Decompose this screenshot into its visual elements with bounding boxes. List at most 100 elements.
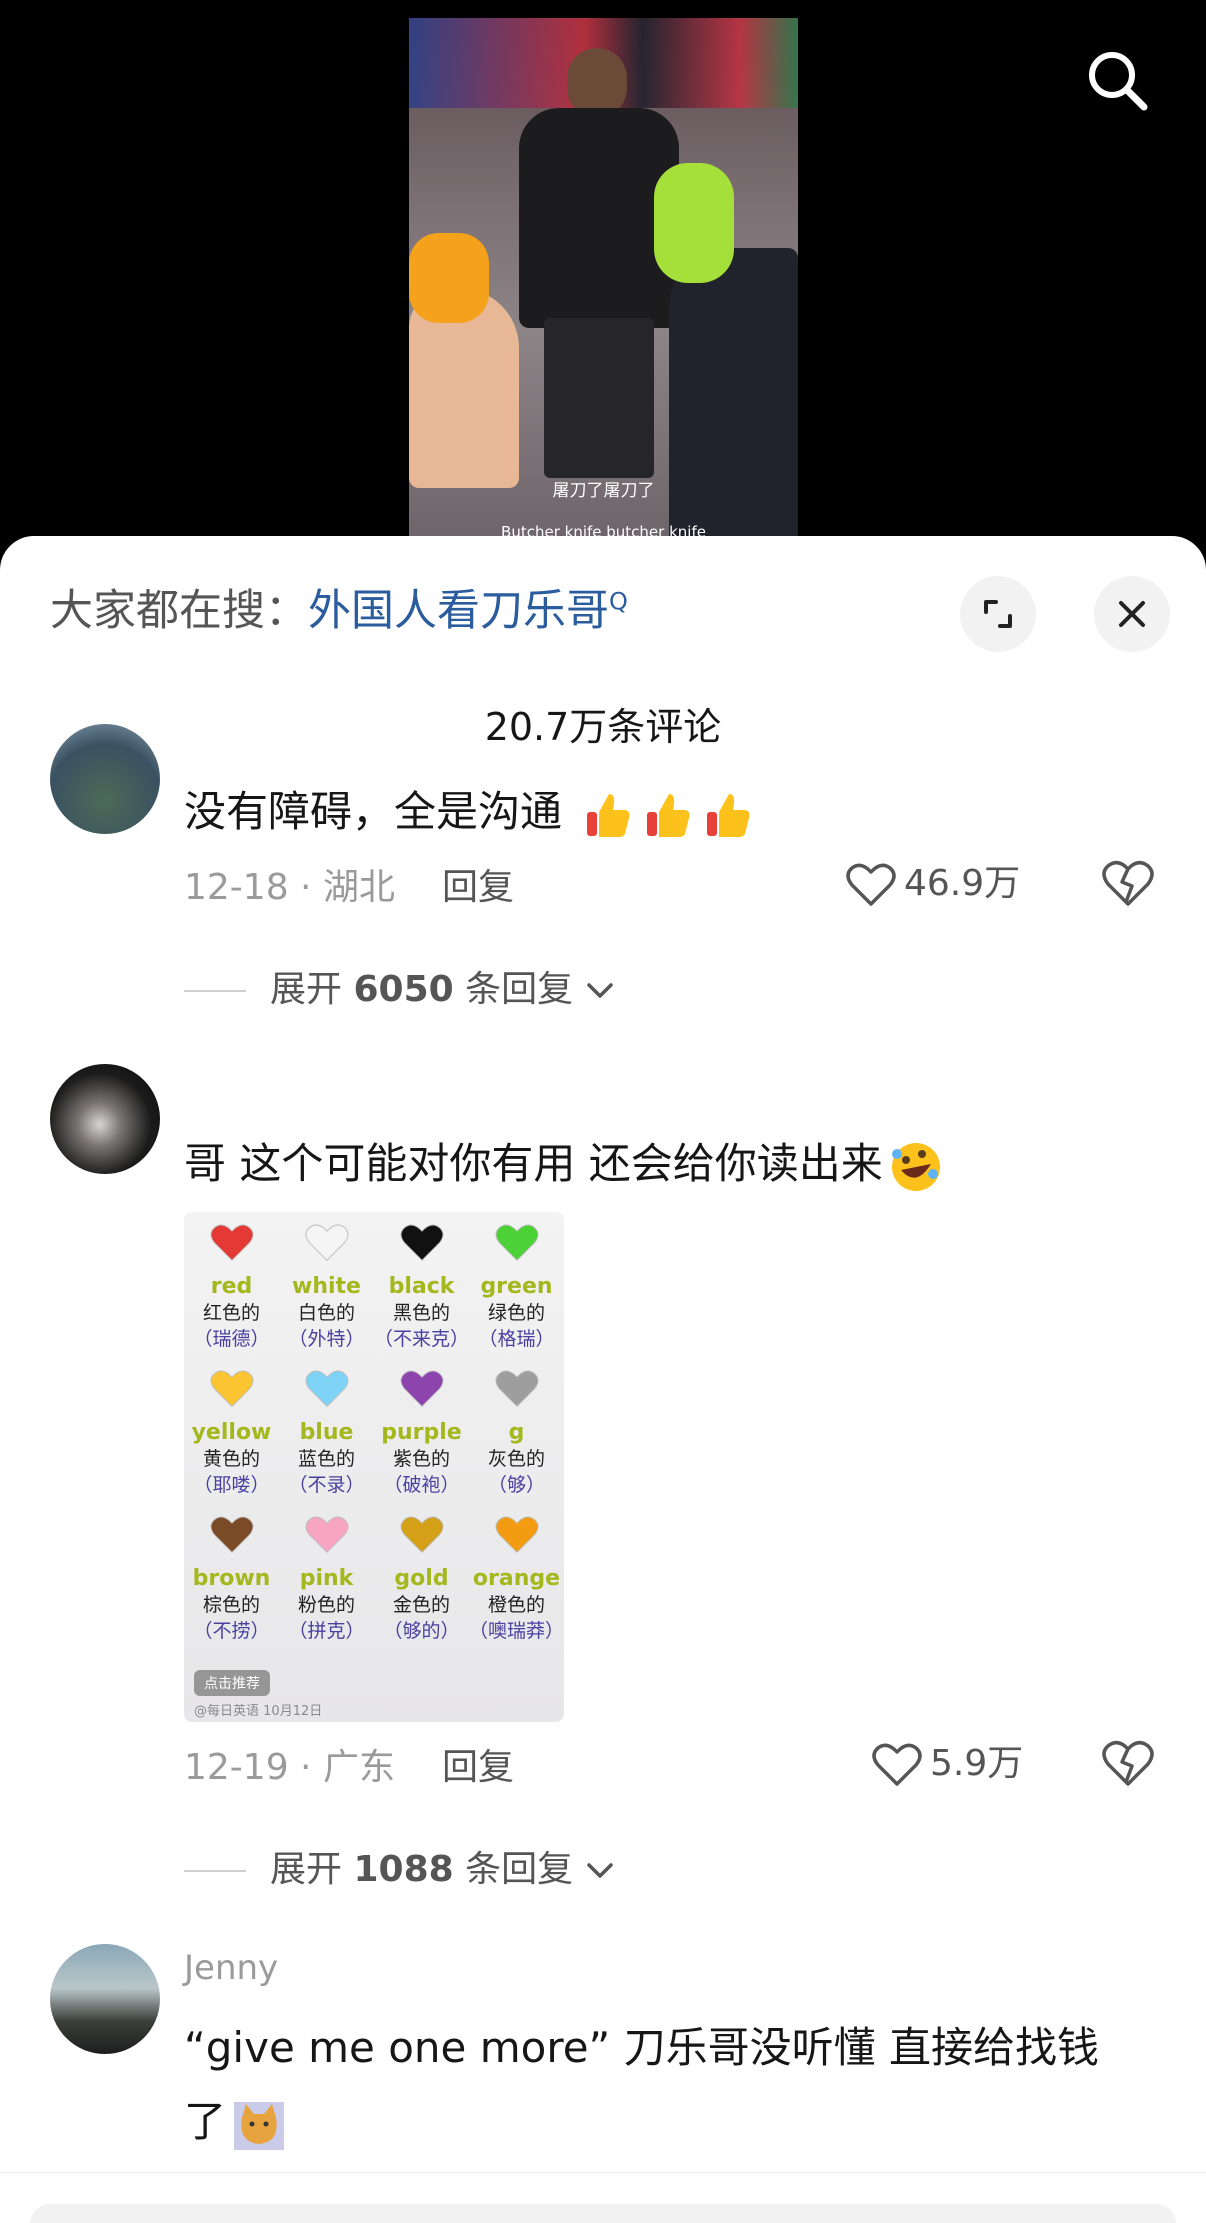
color-pronunciation: （破袍） <box>383 1474 460 1496</box>
reply-button[interactable]: 回复 <box>442 1738 514 1790</box>
color-pronunciation: （不来克） <box>374 1328 470 1350</box>
comment-date: 12-19 <box>184 1747 289 1788</box>
comment-text: 没有障碍，全是沟通 <box>184 778 755 842</box>
color-cell-orange: orange 橙色的 （噢瑞莽） <box>469 1514 564 1644</box>
like-count: 5.9万 <box>930 1743 1024 1784</box>
color-english: purple <box>381 1420 462 1445</box>
comments-sheet: 大家都在搜：外国人看刀乐哥Q 20.7万条评论 没有障碍，全是沟通 12-18 … <box>0 536 1206 2223</box>
comment-image[interactable]: red 红色的 （瑞德） white 白色的 （外特） black 黑色的 （不来克） green… <box>184 1212 564 1722</box>
thumbs-up-icon <box>707 793 750 837</box>
comments-count-title: 20.7万条评论 <box>484 705 722 749</box>
reply-button[interactable]: 回复 <box>442 858 514 910</box>
color-cell-green: green 绿色的 （格瑞） <box>469 1222 564 1352</box>
divider <box>0 2172 1206 2173</box>
heart-icon <box>400 1224 443 1261</box>
color-cell-g: g 灰色的 （够） <box>469 1368 564 1498</box>
color-english: pink <box>299 1566 354 1591</box>
color-cell-white: white 白色的 （外特） <box>279 1222 374 1352</box>
dislike-button[interactable] <box>1100 1736 1156 1792</box>
heart-icon <box>400 1370 443 1407</box>
color-pronunciation: （够的） <box>383 1620 460 1642</box>
heart-icon <box>495 1224 538 1261</box>
avatar[interactable] <box>50 1944 160 2054</box>
expand-icon <box>984 600 1012 628</box>
color-cell-brown: brown 棕色的 （不捞） <box>184 1514 279 1644</box>
like-button[interactable]: 5.9万 <box>872 1734 1023 1788</box>
color-pronunciation: （够） <box>487 1474 545 1496</box>
color-english: gold <box>394 1566 449 1591</box>
color-pronunciation: （外特） <box>288 1328 365 1350</box>
color-cell-red: red 红色的 （瑞德） <box>184 1222 279 1352</box>
hot-search-bar[interactable]: 大家都在搜：外国人看刀乐哥Q <box>50 576 628 638</box>
color-pronunciation: （不捞） <box>193 1620 270 1642</box>
close-icon <box>1119 601 1145 627</box>
chevron-down-icon <box>586 1863 613 1878</box>
comment-meta: 12-18 · 湖北 <box>184 867 395 908</box>
heart-icon <box>495 1370 538 1407</box>
video-toy-orange <box>409 233 489 323</box>
color-chinese: 红色的 <box>202 1302 260 1324</box>
heart-icon <box>846 863 896 906</box>
broken-heart-icon <box>1102 1740 1154 1786</box>
avatar[interactable] <box>50 1064 160 1174</box>
color-english: red <box>210 1274 253 1299</box>
color-english: yellow <box>191 1420 272 1445</box>
search-mark-icon: Q <box>609 587 628 616</box>
color-chinese: 蓝色的 <box>297 1448 355 1470</box>
color-chinese: 橙色的 <box>487 1594 545 1616</box>
rolling-laughing-icon <box>891 1142 940 1191</box>
color-chinese: 黑色的 <box>392 1302 450 1324</box>
color-chinese: 金色的 <box>392 1594 450 1616</box>
like-button[interactable]: 46.9万 <box>846 854 1020 908</box>
heart-icon <box>305 1370 348 1407</box>
hot-search-keyword[interactable]: 外国人看刀乐哥 <box>308 586 609 636</box>
divider-line <box>184 1870 246 1872</box>
broken-heart-icon <box>1102 860 1154 906</box>
color-cell-blue: blue 蓝色的 （不录） <box>279 1368 374 1498</box>
expand-replies-button[interactable]: 展开 1088 条回复 <box>184 1840 615 1892</box>
comment-input-bar[interactable] <box>30 2204 1176 2223</box>
color-cell-yellow: yellow 黄色的 （耶喽） <box>184 1368 279 1498</box>
thumbs-up-icon <box>647 793 690 837</box>
comment-location: 广东 <box>322 1747 395 1788</box>
username[interactable]: Jenny <box>184 1948 278 1988</box>
color-cell-gold: gold 金色的 （够的） <box>374 1514 469 1644</box>
comment-text: “give me one more” 刀乐哥没听懂 直接给找钱 <box>184 2023 1099 2072</box>
color-english: g <box>508 1420 525 1445</box>
color-pronunciation: （拼克） <box>288 1620 365 1642</box>
color-english: orange <box>472 1566 561 1591</box>
avatar[interactable] <box>50 724 160 834</box>
thumbs-up-icon <box>587 793 630 837</box>
close-button[interactable] <box>1094 576 1170 652</box>
heart-icon <box>210 1516 253 1553</box>
comment-text: 哥 这个可能对你有用 还会给你读出来 <box>184 1130 943 1194</box>
video-player[interactable]: 屠刀了屠刀了 Butcher knife butcher knife <box>0 0 1206 560</box>
expand-replies-button[interactable]: 展开 6050 条回复 <box>184 960 615 1012</box>
color-chinese: 灰色的 <box>487 1448 545 1470</box>
expand-fullscreen-button[interactable] <box>960 576 1036 652</box>
color-pronunciation: （瑞德） <box>193 1328 270 1350</box>
recommend-badge: 点击推荐 <box>194 1670 270 1696</box>
color-chinese: 紫色的 <box>392 1448 450 1470</box>
color-chinese: 黄色的 <box>202 1448 260 1470</box>
dislike-button[interactable] <box>1100 856 1156 912</box>
color-chinese: 粉色的 <box>297 1594 355 1616</box>
heart-icon <box>305 1516 348 1553</box>
comment-date: 12-18 <box>184 867 289 908</box>
color-chinese: 绿色的 <box>487 1302 545 1324</box>
search-icon[interactable] <box>1082 45 1152 115</box>
color-english: white <box>292 1274 361 1299</box>
color-english: blue <box>299 1420 354 1445</box>
comment-location: 湖北 <box>322 867 395 908</box>
color-english: green <box>480 1274 553 1299</box>
color-pronunciation: （不录） <box>288 1474 365 1496</box>
color-english: black <box>388 1274 455 1299</box>
chevron-down-icon <box>586 983 613 998</box>
color-cell-pink: pink 粉色的 （拼克） <box>279 1514 374 1644</box>
color-pronunciation: （格瑞） <box>478 1328 555 1350</box>
color-chinese: 白色的 <box>297 1302 355 1324</box>
cat-icon <box>234 2101 285 2150</box>
heart-icon <box>495 1516 538 1553</box>
video-frame[interactable]: 屠刀了屠刀了 Butcher knife butcher knife <box>409 18 798 538</box>
image-source: @每日英语 10月12日 <box>194 1704 323 1719</box>
